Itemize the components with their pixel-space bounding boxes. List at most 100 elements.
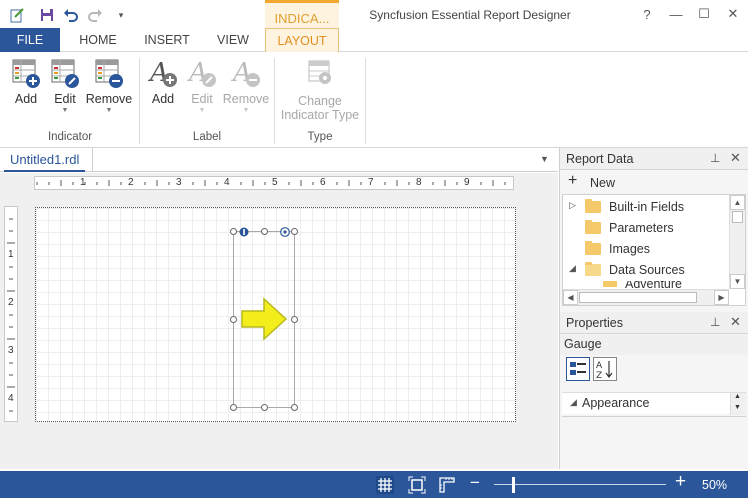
zoom-out-button[interactable]: −: [470, 473, 480, 493]
table-add-icon: [12, 59, 40, 88]
group-label-label: Label: [192, 131, 222, 143]
indicator-remove-button[interactable]: Remove ▼: [84, 58, 134, 114]
tree-item-images[interactable]: Images: [563, 239, 731, 259]
table-remove-icon: [95, 59, 123, 88]
ruler-toggle-icon[interactable]: [438, 476, 456, 494]
label-remove-label: Remove: [222, 92, 270, 106]
pin-icon[interactable]: ⊥: [710, 315, 720, 329]
properties-header: Properties ⊥ ✕: [560, 312, 748, 334]
report-data-title: Report Data: [566, 152, 634, 166]
ruler-label: 2: [128, 177, 134, 188]
customize-qat-icon[interactable]: ▾: [112, 6, 130, 24]
close-icon[interactable]: ✕: [730, 314, 741, 330]
scroll-up-icon[interactable]: ▲: [734, 393, 741, 400]
help-button[interactable]: ?: [634, 4, 660, 24]
document-list-chevron-icon[interactable]: ▼: [540, 154, 549, 164]
tab-insert[interactable]: INSERT: [134, 28, 200, 52]
tab-layout[interactable]: LAYOUT: [265, 28, 339, 53]
app-logo-icon: [8, 6, 26, 24]
settings-gear-icon[interactable]: [280, 227, 290, 237]
save-icon[interactable]: [38, 6, 56, 24]
tab-view[interactable]: VIEW: [204, 28, 262, 52]
tree-item-data-sources[interactable]: ◢ Data Sources: [563, 260, 731, 280]
scroll-left-icon[interactable]: ◀: [563, 290, 578, 305]
scroll-right-icon[interactable]: ▶: [714, 290, 729, 305]
document-tab-strip: Untitled1.rdl ▼: [0, 148, 558, 172]
close-button[interactable]: ✕: [720, 4, 746, 24]
properties-grid: ◢ Appearance ▲ ▼: [562, 392, 746, 415]
alphabetical-view-button[interactable]: A Z: [593, 357, 617, 381]
info-icon[interactable]: [239, 227, 249, 237]
status-bar: − + 50%: [0, 471, 748, 498]
scroll-thumb[interactable]: [732, 211, 743, 223]
tab-divider: [92, 148, 93, 172]
tab-home[interactable]: HOME: [66, 28, 130, 52]
tree-item-built-in-fields[interactable]: ▷ Built-in Fields: [563, 197, 731, 217]
zoom-slider-track[interactable]: [494, 484, 666, 485]
indicator-add-label: Add: [14, 92, 38, 106]
ribbon-tabs: FILE HOME INSERT VIEW LAYOUT: [0, 28, 748, 53]
indicator-edit-button[interactable]: Edit ▼: [48, 58, 82, 114]
undo-icon[interactable]: [62, 6, 80, 24]
table-edit-icon: [51, 59, 79, 88]
scroll-thumb[interactable]: [579, 292, 697, 303]
indicator-gauge[interactable]: [230, 227, 298, 411]
chevron-down-icon: ▼: [105, 107, 113, 114]
zoom-in-button[interactable]: +: [675, 471, 686, 493]
chevron-down-icon: ▼: [242, 107, 250, 114]
change-indicator-type-button[interactable]: Change Indicator Type: [278, 58, 362, 122]
fit-page-icon[interactable]: [408, 476, 426, 494]
tab-file[interactable]: FILE: [0, 28, 60, 52]
categorized-view-button[interactable]: [566, 357, 590, 381]
plus-icon: +: [568, 172, 578, 189]
resize-handle[interactable]: [291, 404, 298, 411]
open-folder-icon: [585, 262, 601, 276]
categorized-icon: [570, 362, 586, 375]
label-add-button[interactable]: A Add: [146, 58, 180, 106]
ruler-label: 3: [176, 177, 182, 188]
folder-icon: [585, 220, 601, 234]
grid-view-icon[interactable]: [376, 476, 394, 494]
ruler-label: 4: [224, 177, 230, 188]
indicator-add-button[interactable]: Add: [6, 58, 46, 106]
chevron-down-icon: ▼: [198, 107, 206, 114]
resize-handle[interactable]: [291, 228, 298, 235]
resize-handle[interactable]: [230, 316, 237, 323]
minimize-button[interactable]: —: [663, 4, 689, 24]
resize-handle[interactable]: [261, 228, 268, 235]
tree-item-parameters[interactable]: Parameters: [563, 218, 731, 238]
pin-icon[interactable]: ⊥: [710, 151, 720, 165]
ruler-label: 7: [368, 177, 374, 188]
property-category-appearance[interactable]: Appearance: [582, 396, 649, 410]
report-data-tree: ▷ Built-in Fields Parameters Images ◢ Da…: [562, 194, 746, 306]
zoom-slider-thumb[interactable]: [512, 477, 515, 493]
scroll-down-icon[interactable]: ▼: [734, 404, 741, 411]
scroll-up-icon[interactable]: ▲: [730, 195, 745, 210]
properties-scrollbar[interactable]: ▲ ▼: [730, 393, 746, 415]
scroll-down-icon[interactable]: ▼: [730, 274, 745, 289]
close-icon[interactable]: ✕: [730, 150, 741, 166]
collapse-arrow-icon[interactable]: ◢: [569, 263, 576, 274]
ruler-label: 9: [464, 177, 470, 188]
tree-item-label: Data Sources: [609, 263, 685, 277]
new-label: New: [590, 176, 616, 190]
tree-vertical-scrollbar[interactable]: ▲ ▼: [729, 195, 745, 289]
properties-object-bar: Gauge: [560, 335, 748, 355]
property-description-area: [562, 416, 746, 466]
collapse-arrow-icon[interactable]: ◢: [570, 397, 577, 408]
resize-handle[interactable]: [230, 404, 237, 411]
redo-icon[interactable]: [86, 6, 104, 24]
label-remove-button[interactable]: A Remove ▼: [222, 58, 270, 114]
expand-arrow-icon[interactable]: ▷: [569, 200, 576, 211]
arrow-right-icon: [240, 297, 288, 341]
group-label-type: Type: [307, 131, 333, 143]
tree-horizontal-scrollbar[interactable]: ◀ ▶: [563, 289, 729, 305]
ruler-label: 4: [8, 393, 14, 404]
document-tab[interactable]: Untitled1.rdl: [4, 148, 86, 172]
label-edit-button[interactable]: A Edit ▼: [184, 58, 220, 114]
tree-item-adventure[interactable]: Adventure: [563, 281, 731, 289]
resize-handle[interactable]: [261, 404, 268, 411]
maximize-button[interactable]: ☐: [691, 4, 717, 24]
resize-handle[interactable]: [291, 316, 298, 323]
resize-handle[interactable]: [230, 228, 237, 235]
